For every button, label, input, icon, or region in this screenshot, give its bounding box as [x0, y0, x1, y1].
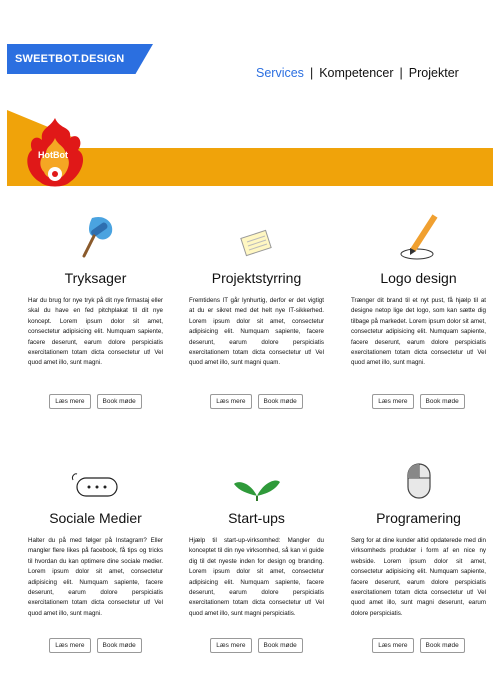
card-text: Hjælp til start-up-virksomhed: Mangler d… [189, 537, 324, 617]
card-title: Start-ups [228, 510, 285, 526]
book-meeting-button[interactable]: Book møde [257, 394, 303, 409]
service-card-logo-design: Logo design Trænger dit brand til et nyt… [351, 210, 486, 369]
card-actions: Læs mere Book møde [28, 394, 163, 409]
read-more-button[interactable]: Læs mere [49, 638, 91, 653]
read-more-button[interactable]: Læs mere [210, 638, 252, 653]
read-more-button[interactable]: Læs mere [210, 394, 252, 409]
card-actions: Læs mere Book møde [189, 638, 324, 653]
nav-projekter[interactable]: Projekter [409, 66, 459, 80]
card-actions: Læs mere Book møde [189, 394, 324, 409]
card-actions: Læs mere Book møde [28, 638, 163, 653]
service-card-tryksager: Tryksager Har du brug for nye tryk på di… [28, 210, 163, 369]
book-meeting-button[interactable]: Book møde [419, 394, 465, 409]
mouse-icon [351, 450, 486, 502]
card-text: Sørg for at dine kunder altid opdaterede… [351, 537, 486, 617]
card-title: Tryksager [64, 270, 127, 286]
sprout-icon [189, 450, 324, 502]
book-meeting-button[interactable]: Book møde [257, 638, 303, 653]
nav-services[interactable]: Services [256, 66, 304, 80]
chat-bubble-icon [28, 450, 163, 502]
pencil-icon [351, 210, 486, 262]
service-card-sociale-medier: Sociale Medier Halter du på med følger p… [28, 450, 163, 619]
service-card-start-ups: Start-ups Hjælp til start-up-virksomhed:… [189, 450, 324, 619]
hotbot-label: HotBot [38, 150, 68, 160]
main-nav: Services | Kompetencer | Projekter [256, 66, 459, 80]
nav-separator: | [309, 66, 314, 80]
banner-bar [42, 148, 493, 186]
card-title: Logo design [380, 270, 457, 286]
read-more-button[interactable]: Læs mere [49, 394, 91, 409]
site-logo[interactable]: SWEETBOT.DESIGN [7, 44, 153, 74]
card-text: Fremtidens IT går lynhurtig, derfor er d… [189, 297, 324, 367]
nav-separator: | [399, 66, 403, 80]
book-meeting-button[interactable]: Book møde [96, 394, 142, 409]
card-text: Trænger dit brand til et nyt pust, få hj… [351, 297, 486, 367]
card-text: Halter du på med følger på Instagram? El… [28, 537, 163, 617]
book-meeting-button[interactable]: Book møde [96, 638, 142, 653]
nav-kompetencer[interactable]: Kompetencer [319, 66, 393, 80]
card-title: Sociale Medier [49, 510, 142, 526]
read-more-button[interactable]: Læs mere [372, 394, 414, 409]
notepad-icon [189, 210, 324, 262]
card-title: Programering [376, 510, 461, 526]
card-text: Har du brug for nye tryk på dit nye firm… [28, 297, 163, 367]
read-more-button[interactable]: Læs mere [372, 638, 414, 653]
card-actions: Læs mere Book møde [351, 394, 486, 409]
paint-roller-icon [28, 210, 163, 262]
card-actions: Læs mere Book møde [351, 638, 486, 653]
book-meeting-button[interactable]: Book møde [419, 638, 465, 653]
service-card-programering: Programering Sørg for at dine kunder alt… [351, 450, 486, 619]
card-title: Projektstyrring [211, 270, 302, 286]
service-card-projektstyrring: Projektstyrring Fremtidens IT går lynhur… [189, 210, 324, 369]
